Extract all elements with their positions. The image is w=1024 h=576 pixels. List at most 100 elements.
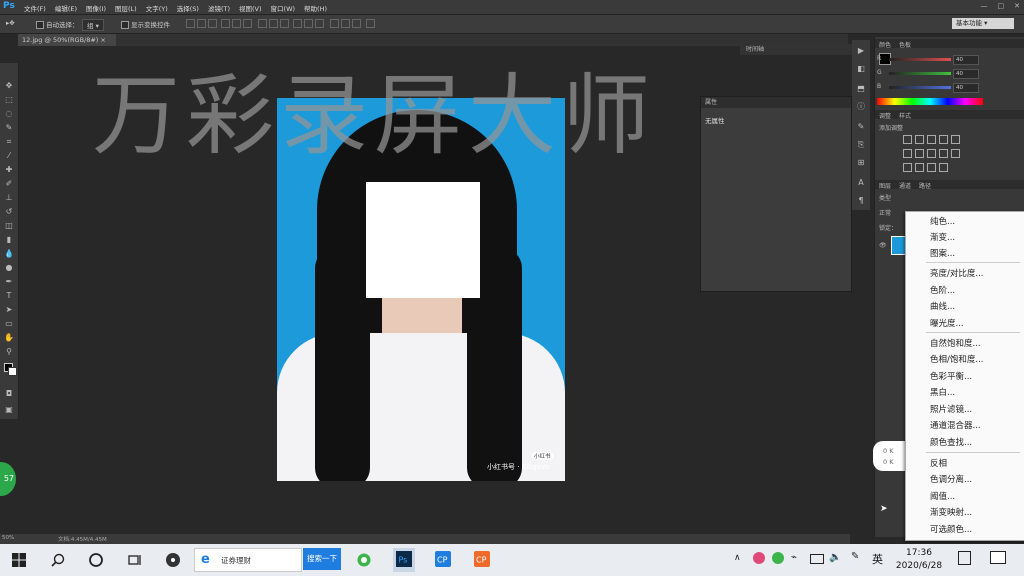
taskbar-search-box[interactable]: e 证券理财 <box>194 548 302 572</box>
task-view-icon[interactable] <box>127 552 143 568</box>
actions-icon[interactable]: ⬒ <box>856 84 866 94</box>
move-tool-icon[interactable]: ▸✥ <box>6 19 15 27</box>
lasso-tool-icon[interactable]: ◌ <box>4 109 14 119</box>
gradient-tool-icon[interactable]: ▮ <box>4 235 14 245</box>
channel-b-value[interactable]: 40 <box>953 83 979 93</box>
action-center-icon[interactable] <box>990 551 1006 564</box>
blend-mode-select[interactable]: 正常 <box>879 208 891 217</box>
gradientmap-adj-icon[interactable] <box>939 163 948 172</box>
ie-browser-icon[interactable] <box>356 552 372 568</box>
tab-channels[interactable]: 通道 <box>899 181 911 190</box>
menu-threshold[interactable]: 阈值... <box>930 490 955 502</box>
auto-select-dropdown[interactable]: 组 ▾ <box>82 19 104 31</box>
posterize-adj-icon[interactable] <box>915 163 924 172</box>
marquee-tool-icon[interactable]: ⬚ <box>4 95 14 105</box>
minimize-button[interactable]: — <box>981 2 988 10</box>
type-tool-icon[interactable]: T <box>4 291 14 301</box>
recorder-app-icon-orange[interactable]: CP <box>474 551 490 567</box>
color-swatches-icon[interactable] <box>4 363 17 376</box>
tab-color[interactable]: 颜色 <box>879 40 891 49</box>
system-clock[interactable]: 17:36 2020/6/28 <box>888 547 950 573</box>
menu-channel-mixer[interactable]: 通道混合器... <box>930 419 981 431</box>
search-icon[interactable] <box>50 552 66 568</box>
tray-expand-icon[interactable]: ∧ <box>734 553 741 563</box>
maximize-button[interactable]: □ <box>998 2 1005 10</box>
bw-adj-icon[interactable] <box>927 149 936 158</box>
close-button[interactable]: ✕ <box>1014 2 1020 10</box>
path-select-icon[interactable]: ➤ <box>4 305 14 315</box>
menu-file[interactable]: 文件(F) <box>24 3 46 13</box>
menu-curves[interactable]: 曲线... <box>930 300 955 312</box>
hand-tool-icon[interactable]: ✋ <box>4 333 14 343</box>
channel-r-slider[interactable] <box>889 58 951 61</box>
menu-type[interactable]: 文字(Y) <box>146 3 168 13</box>
tab-layers[interactable]: 图层 <box>879 181 891 190</box>
invert-adj-icon[interactable] <box>903 163 912 172</box>
history-brush-icon[interactable]: ↺ <box>4 207 14 217</box>
align-icons[interactable] <box>186 19 254 30</box>
menu-image[interactable]: 图像(I) <box>86 3 106 13</box>
eye-icon[interactable]: 👁 <box>879 242 887 249</box>
menu-levels[interactable]: 色阶... <box>930 284 955 296</box>
timeline-panel-header[interactable]: 时间轴 <box>740 44 854 55</box>
info-icon[interactable]: ⓘ <box>856 102 866 112</box>
color-spectrum[interactable] <box>877 98 983 105</box>
quick-select-icon[interactable]: ✎ <box>4 123 14 133</box>
character-icon[interactable]: A <box>856 178 866 188</box>
menu-brightness-contrast[interactable]: 亮度/对比度... <box>930 267 983 279</box>
quick-mask-icon[interactable]: ◘ <box>4 389 14 399</box>
colorbalance-adj-icon[interactable] <box>915 149 924 158</box>
exposure-adj-icon[interactable] <box>939 135 948 144</box>
menu-view[interactable]: 视图(V) <box>239 3 262 13</box>
zoom-level[interactable]: 50% <box>2 535 14 541</box>
paragraph-icon[interactable]: ¶ <box>856 196 866 206</box>
menu-vibrance[interactable]: 自然饱和度... <box>930 337 981 349</box>
threshold-adj-icon[interactable] <box>927 163 936 172</box>
menu-black-white[interactable]: 黑白... <box>930 386 955 398</box>
hue-adj-icon[interactable] <box>903 149 912 158</box>
menu-exposure[interactable]: 曝光度... <box>930 317 964 329</box>
healing-brush-icon[interactable]: ✚ <box>4 165 14 175</box>
speed-bubble[interactable]: 0 K 0 K <box>873 441 907 471</box>
menu-posterize[interactable]: 色调分离... <box>930 473 972 485</box>
tab-styles[interactable]: 样式 <box>899 111 911 120</box>
tab-paths[interactable]: 路径 <box>919 181 931 190</box>
menu-photo-filter[interactable]: 照片滤镜... <box>930 403 972 415</box>
pinwheel-app-icon[interactable] <box>165 552 181 568</box>
channel-g-slider[interactable] <box>889 72 951 75</box>
menu-solid-color[interactable]: 纯色... <box>930 215 955 227</box>
layer-filter-kind[interactable]: 类型 <box>879 193 891 202</box>
show-transform-checkbox[interactable]: 显示变换控件 <box>121 19 170 29</box>
photofilter-adj-icon[interactable] <box>939 149 948 158</box>
battery-icon[interactable] <box>810 554 824 564</box>
auto-select-checkbox[interactable]: 自动选择： <box>36 19 79 29</box>
levels-adj-icon[interactable] <box>915 135 924 144</box>
recorder-app-icon-blue[interactable]: CP <box>435 551 451 567</box>
menu-gradient[interactable]: 渐变... <box>930 231 955 243</box>
menu-select[interactable]: 选择(S) <box>177 3 199 13</box>
clone-stamp-icon[interactable]: ⊥ <box>4 193 14 203</box>
clone-source-icon[interactable]: ⎘ <box>856 140 866 150</box>
play-icon[interactable]: ▶ <box>856 46 866 56</box>
tab-adjustments[interactable]: 调整 <box>879 111 891 120</box>
floating-badge[interactable]: 57 <box>0 462 16 496</box>
tray-app-icon-2[interactable] <box>772 552 784 564</box>
notepad-icon[interactable] <box>958 551 971 565</box>
curves-adj-icon[interactable] <box>927 135 936 144</box>
windows-start-icon[interactable] <box>11 552 27 568</box>
vibrance-adj-icon[interactable] <box>951 135 960 144</box>
menu-color-lookup[interactable]: 颜色查找... <box>930 436 972 448</box>
distribute-icons-2[interactable] <box>330 19 363 30</box>
zoom-tool-icon[interactable]: ⚲ <box>4 347 14 357</box>
taskbar-search-button[interactable]: 搜索一下 <box>303 548 341 570</box>
menu-color-balance[interactable]: 色彩平衡... <box>930 370 972 382</box>
workspace-preset-dropdown[interactable]: 基本功能 ▾ <box>952 18 1014 29</box>
cortana-icon[interactable] <box>88 552 104 568</box>
pen-tool-icon[interactable]: ✒ <box>4 277 14 287</box>
menu-window[interactable]: 窗口(W) <box>271 3 296 13</box>
tray-app-icon-1[interactable] <box>753 552 765 564</box>
network-icon[interactable]: ⌁ <box>791 552 797 563</box>
menu-hue-saturation[interactable]: 色相/饱和度... <box>930 353 983 365</box>
crop-tool-icon[interactable]: ⌗ <box>4 137 14 147</box>
tab-swatches[interactable]: 色板 <box>899 40 911 49</box>
